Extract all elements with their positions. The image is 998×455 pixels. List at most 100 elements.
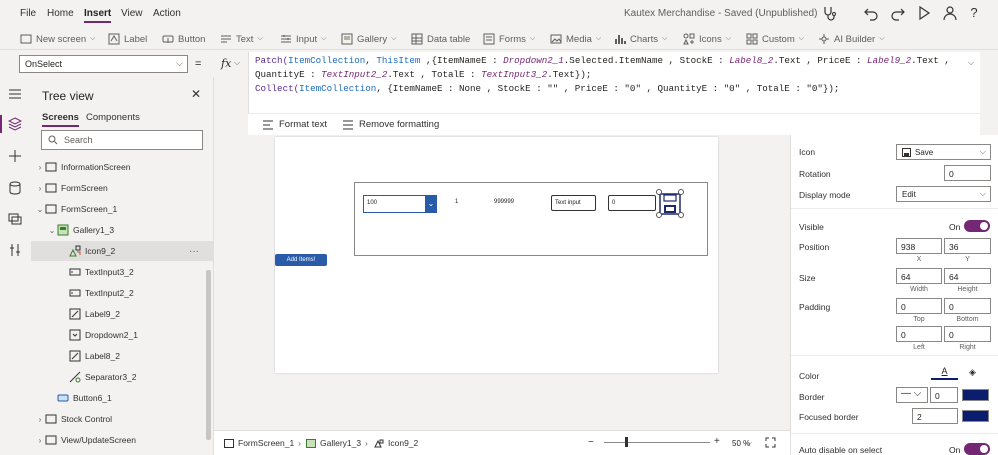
icons-button[interactable]: Icons ⌵ xyxy=(683,31,731,47)
chevron-right-icon[interactable]: › xyxy=(35,184,45,193)
add-items-button[interactable]: Add Items! xyxy=(275,254,327,266)
more-options-icon[interactable]: ··· xyxy=(189,246,199,257)
help-icon[interactable]: ? xyxy=(966,5,982,21)
border-color-swatch[interactable] xyxy=(962,389,989,401)
plus-icon[interactable] xyxy=(8,149,22,163)
text-button[interactable]: Text ⌵ xyxy=(220,31,263,47)
tree-node[interactable]: Dropdown2_1 xyxy=(31,325,213,345)
database-icon[interactable] xyxy=(8,181,22,195)
padding-right-input[interactable]: 0 xyxy=(944,326,991,342)
position-y-input[interactable]: 36 xyxy=(944,238,991,254)
undo-icon[interactable] xyxy=(863,5,879,21)
chevron-down-icon[interactable]: ⌄ xyxy=(35,205,45,214)
padding-top-input[interactable]: 0 xyxy=(896,298,942,314)
resize-handle[interactable] xyxy=(678,212,684,218)
zoom-in-icon[interactable]: + xyxy=(714,436,720,447)
gallery-button[interactable]: Gallery ⌵ xyxy=(341,31,396,47)
layers-icon[interactable] xyxy=(8,117,22,131)
tree-node[interactable]: ⌄ FormScreen_1 xyxy=(31,199,213,219)
resize-handle[interactable] xyxy=(678,189,684,195)
hamburger-icon[interactable] xyxy=(8,87,22,101)
input-button[interactable]: Input ⌵ xyxy=(280,31,326,47)
menu-insert[interactable]: Insert xyxy=(84,8,112,23)
tools-icon[interactable] xyxy=(8,243,22,257)
data-table-button[interactable]: Data table xyxy=(411,31,470,47)
auto-disable-toggle[interactable] xyxy=(964,443,990,455)
border-thickness-input[interactable]: 0 xyxy=(930,387,958,403)
tab-screens[interactable]: Screens xyxy=(42,112,79,127)
formula-editor[interactable]: Patch(ItemCollection, ThisItem ,{ItemNam… xyxy=(248,52,980,114)
tree-node[interactable]: › Stock Control xyxy=(31,409,213,429)
icon-property-dropdown[interactable]: Save ⌵ xyxy=(896,144,991,160)
property-selector[interactable]: OnSelect ⌵ xyxy=(19,55,188,73)
display-mode-dropdown[interactable]: Edit ⌵ xyxy=(896,186,991,202)
position-x-input[interactable]: 938 xyxy=(896,238,942,254)
tree-node[interactable]: Button6_1 xyxy=(31,388,213,408)
crumb-gallery[interactable]: Gallery1_3 › xyxy=(306,438,368,448)
fx-icon[interactable]: fx xyxy=(221,57,231,70)
search-input[interactable]: Search xyxy=(41,130,203,150)
tree-node[interactable]: › InformationScreen xyxy=(31,157,213,177)
zoom-out-icon[interactable]: − xyxy=(588,437,594,448)
menu-file[interactable]: File xyxy=(20,8,36,19)
resize-handle[interactable] xyxy=(656,189,662,195)
rotation-input[interactable]: 0 xyxy=(944,165,991,181)
fit-to-window-icon[interactable] xyxy=(765,437,776,448)
tree-node[interactable]: Icon9_2 ··· xyxy=(31,241,213,261)
zoom-slider[interactable] xyxy=(604,442,710,443)
tree-node[interactable]: Label9_2 xyxy=(31,304,213,324)
tree-node[interactable]: TextInput3_2 xyxy=(31,262,213,282)
total-text-input[interactable]: 0 xyxy=(608,195,656,211)
close-icon[interactable]: ✕ xyxy=(191,87,201,101)
padding-bottom-input[interactable]: 0 xyxy=(944,298,991,314)
new-screen-button[interactable]: New screen ⌵ xyxy=(20,31,95,47)
remove-formatting-button[interactable]: Remove formatting xyxy=(342,119,439,130)
app-checker-icon[interactable] xyxy=(821,5,837,21)
font-color-picker[interactable]: A xyxy=(931,366,958,380)
tree-node[interactable]: Label8_2 xyxy=(31,346,213,366)
tree-node[interactable]: › View/UpdateScreen xyxy=(31,430,213,450)
media-button[interactable]: Media ⌵ xyxy=(550,31,601,47)
play-icon[interactable] xyxy=(916,5,932,21)
tree-node[interactable]: › FormScreen xyxy=(31,178,213,198)
user-icon[interactable] xyxy=(942,5,958,21)
ai-builder-button[interactable]: AI Builder ⌵ xyxy=(818,31,885,47)
padding-left-input[interactable]: 0 xyxy=(896,326,942,342)
tree-node[interactable]: Separator3_2 xyxy=(31,367,213,387)
format-text-button[interactable]: Format text xyxy=(262,119,327,130)
forms-button[interactable]: Forms ⌵ xyxy=(483,31,535,47)
tab-components[interactable]: Components xyxy=(86,112,140,123)
chevron-right-icon[interactable]: › xyxy=(35,163,45,172)
chevron-down-icon[interactable]: ⌵ xyxy=(746,438,752,448)
fill-color-icon[interactable]: ◈ xyxy=(969,367,976,378)
height-input[interactable]: 64 xyxy=(944,268,991,284)
chevron-right-icon[interactable]: › xyxy=(35,415,45,424)
quantity-text-input[interactable]: Text input xyxy=(551,195,596,211)
chevron-right-icon[interactable]: › xyxy=(35,436,45,445)
tree-node[interactable]: TextInput2_2 xyxy=(31,283,213,303)
crumb-icon[interactable]: Icon9_2 xyxy=(374,438,418,448)
label-button[interactable]: Label xyxy=(108,31,147,47)
crumb-screen[interactable]: FormScreen_1 › xyxy=(224,438,301,448)
focused-border-color-swatch[interactable] xyxy=(962,410,989,422)
custom-button[interactable]: Custom ⌵ xyxy=(746,31,804,47)
visible-toggle[interactable] xyxy=(964,220,990,232)
tree-node[interactable]: ⌄ Gallery1_3 xyxy=(31,220,213,240)
menu-home[interactable]: Home xyxy=(47,8,74,19)
menu-action[interactable]: Action xyxy=(153,8,181,19)
chevron-down-icon[interactable]: ⌄ xyxy=(47,226,57,235)
chevron-down-icon[interactable]: ⌵ xyxy=(234,58,240,68)
focused-border-input[interactable]: 2 xyxy=(912,408,958,424)
chevron-down-icon[interactable]: ⌄ xyxy=(425,195,437,213)
button-button[interactable]: Button xyxy=(162,31,205,47)
charts-button[interactable]: Charts ⌵ xyxy=(614,31,667,47)
border-style-dropdown[interactable]: — ⌵ xyxy=(896,387,928,403)
redo-icon[interactable] xyxy=(890,5,906,21)
zoom-thumb[interactable] xyxy=(625,437,629,447)
tree-scrollbar[interactable] xyxy=(206,270,211,440)
gallery-control[interactable] xyxy=(354,182,708,256)
width-input[interactable]: 64 xyxy=(896,268,942,284)
expand-formula-icon[interactable]: ⌵ xyxy=(968,58,974,68)
media-rail-icon[interactable] xyxy=(8,212,22,226)
resize-handle[interactable] xyxy=(656,212,662,218)
